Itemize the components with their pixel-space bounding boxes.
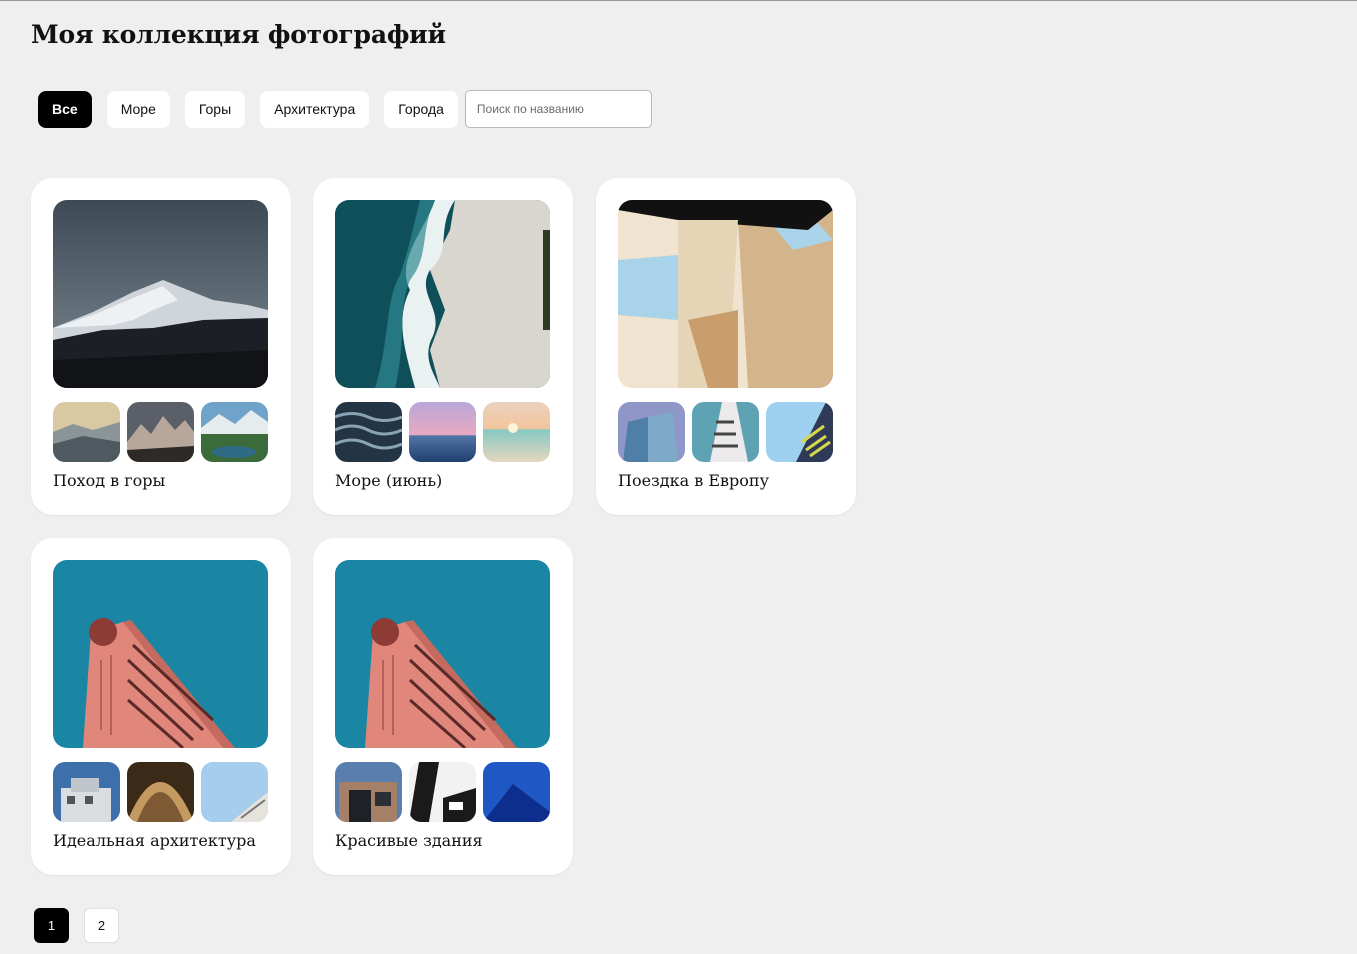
album-title: Поход в горы: [53, 471, 166, 490]
filter-bar: Все Море Горы Архитектура Города: [38, 90, 652, 128]
album-thumbnail[interactable]: [409, 762, 476, 822]
album-card[interactable]: Идеальная архитектура: [31, 538, 291, 875]
album-thumbnail[interactable]: [201, 402, 268, 462]
album-thumbnail[interactable]: [409, 402, 476, 462]
page-button-1[interactable]: 1: [34, 908, 69, 943]
pagination: 1 2: [34, 908, 134, 943]
album-thumbnail[interactable]: [335, 762, 402, 822]
album-cover-image[interactable]: [335, 200, 550, 388]
album-thumbnail[interactable]: [483, 402, 550, 462]
filter-chip-mountains[interactable]: Горы: [184, 90, 246, 128]
filter-chip-all[interactable]: Все: [38, 90, 92, 128]
album-card[interactable]: Поход в горы: [31, 178, 291, 515]
album-title: Поездка в Европу: [618, 471, 769, 490]
search-input[interactable]: [464, 90, 652, 128]
album-cover-image[interactable]: [618, 200, 833, 388]
album-title: Красивые здания: [335, 831, 483, 850]
filter-chip-sea[interactable]: Море: [106, 90, 170, 128]
album-thumbnail[interactable]: [127, 762, 194, 822]
album-thumbnail[interactable]: [335, 402, 402, 462]
album-card[interactable]: Море (июнь): [313, 178, 573, 515]
page-title: Моя коллекция фотографий: [31, 20, 446, 49]
album-thumbnail[interactable]: [766, 402, 833, 462]
album-thumbnail[interactable]: [53, 402, 120, 462]
album-thumbnail[interactable]: [127, 402, 194, 462]
album-title: Море (июнь): [335, 471, 443, 490]
album-cover-image[interactable]: [53, 200, 268, 388]
album-card[interactable]: Красивые здания: [313, 538, 573, 875]
album-thumbnail[interactable]: [692, 402, 759, 462]
album-cover-image[interactable]: [53, 560, 268, 748]
page-button-2[interactable]: 2: [84, 908, 119, 943]
filter-chip-architecture[interactable]: Архитектура: [260, 90, 370, 128]
album-thumbnail[interactable]: [53, 762, 120, 822]
album-card[interactable]: Поездка в Европу: [596, 178, 856, 515]
album-thumbnail[interactable]: [618, 402, 685, 462]
album-title: Идеальная архитектура: [53, 831, 256, 850]
album-thumbnail[interactable]: [201, 762, 268, 822]
album-cover-image[interactable]: [335, 560, 550, 748]
filter-chip-cities[interactable]: Города: [384, 90, 458, 128]
album-thumbnail[interactable]: [483, 762, 550, 822]
